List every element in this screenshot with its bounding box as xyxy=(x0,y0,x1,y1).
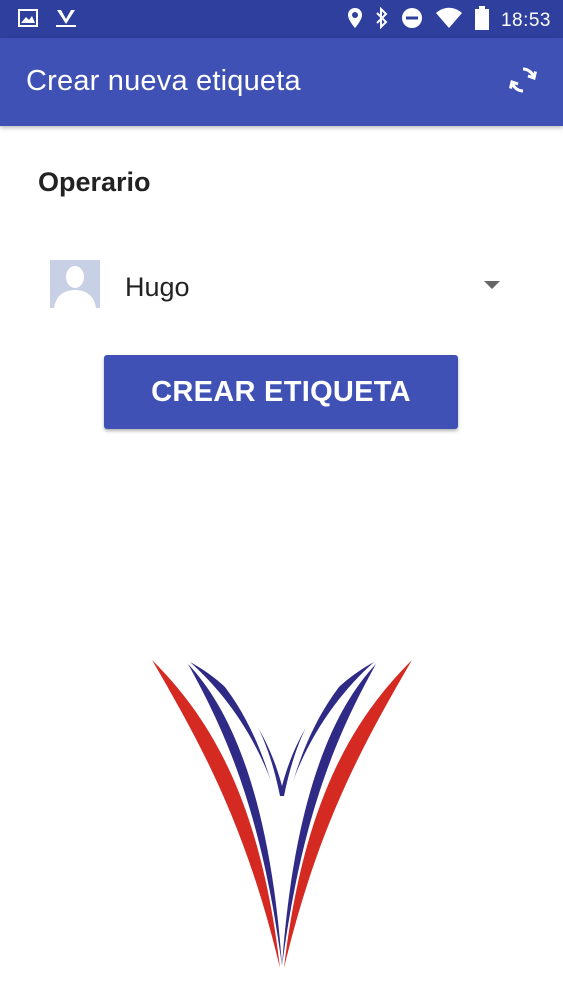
app-logo-icon xyxy=(54,8,78,33)
refresh-icon xyxy=(507,64,539,101)
company-logo xyxy=(150,656,414,970)
battery-icon xyxy=(474,6,489,35)
wifi-icon xyxy=(435,7,463,34)
chevron-down-icon xyxy=(484,281,500,289)
do-not-disturb-icon xyxy=(401,7,423,34)
operator-selected-value: Hugo xyxy=(125,272,190,302)
status-bar: 18:53 xyxy=(0,0,563,38)
operator-dropdown[interactable]: Hugo xyxy=(38,254,518,318)
app-bar: Crear nueva etiqueta xyxy=(0,38,563,126)
location-icon xyxy=(347,7,363,34)
refresh-button[interactable] xyxy=(503,62,543,102)
avatar xyxy=(50,260,100,308)
status-notifications xyxy=(18,8,78,33)
operator-label: Operario xyxy=(38,167,151,197)
bluetooth-icon xyxy=(375,6,389,34)
status-time: 18:53 xyxy=(500,9,551,31)
create-label-button[interactable]: CREAR ETIQUETA xyxy=(104,355,458,429)
page-title: Crear nueva etiqueta xyxy=(26,65,301,97)
status-system: 18:53 xyxy=(347,6,551,35)
image-icon xyxy=(18,9,38,32)
